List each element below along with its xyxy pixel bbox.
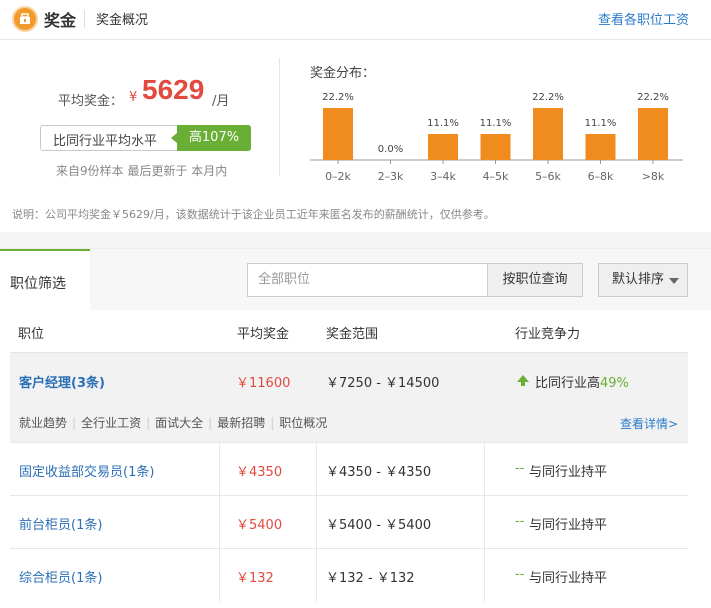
section-title: 奖金: [44, 11, 77, 30]
disclaimer-note: 说明：公司平均奖金￥5629/月，该数据统计于该企业员工近年来匿名发布的薪酬统计…: [12, 208, 495, 221]
bonus-range-cell: ￥7250 - ￥14500: [326, 376, 440, 391]
avg-bonus-currency: ¥: [129, 90, 138, 105]
industry-compare-box: 比同行业平均水平 高107%: [40, 125, 251, 151]
search-by-position-button[interactable]: 按职位查询: [488, 263, 583, 297]
bar-value-label: 11.1%: [585, 118, 617, 129]
col-divider: [484, 496, 485, 549]
avg-bonus-value: 5629: [142, 74, 205, 105]
col-header-position: 职位: [18, 327, 45, 342]
link-interviews[interactable]: 面试大全: [150, 416, 208, 430]
bar: [480, 134, 511, 160]
industry-compare-text: 比同行业平均水平: [53, 134, 158, 149]
bar-value-label: 0.0%: [378, 144, 403, 155]
dash-icon: --: [515, 461, 525, 476]
header-divider: [84, 10, 85, 28]
bar-value-label: 22.2%: [637, 92, 669, 103]
bar-value-label: 11.1%: [480, 118, 512, 129]
bar: [533, 108, 563, 160]
bar: [323, 108, 353, 160]
bar: [428, 134, 458, 160]
sort-dropdown[interactable]: 默认排序: [598, 263, 688, 297]
x-tick-label: 3–4k: [430, 170, 456, 183]
industry-compare-badge: 高107%: [171, 125, 251, 151]
col-header-range: 奖金范围: [326, 327, 379, 342]
table-row: 固定收益部交易员(1条) ￥4350 ￥4350 - ￥4350 -- 与同行业…: [10, 442, 688, 496]
bar-value-label: 22.2%: [322, 92, 354, 103]
link-latest-jobs[interactable]: 最新招聘: [212, 416, 270, 430]
avg-bonus-cell: ￥4350: [236, 465, 283, 480]
section-gap: [0, 232, 711, 248]
bonus-range-cell: ￥4350 - ￥4350: [326, 465, 432, 480]
col-divider: [316, 549, 317, 602]
distribution-title: 奖金分布：: [310, 66, 376, 81]
job-link[interactable]: 前台柜员(1条): [19, 514, 102, 533]
section-subtitle: 奖金概况: [96, 13, 149, 28]
sample-info: 来自9份样本 最后更新于 本月内: [56, 164, 228, 178]
filter-bar: 职位筛选 全部职位 按职位查询 默认排序: [0, 248, 711, 311]
col-divider: [484, 549, 485, 602]
avg-bonus-cell: ￥132: [236, 571, 274, 586]
x-tick-label: 6–8k: [588, 170, 614, 183]
x-tick-label: >8k: [642, 170, 665, 183]
page-header: 奖金 奖金概况 查看各职位工资: [0, 0, 711, 40]
bonus-range-cell: ￥5400 - ￥5400: [326, 518, 432, 533]
col-divider: [219, 496, 220, 549]
table-row: 综合柜员(1条) ￥132 ￥132 - ￥132 -- 与同行业持平: [10, 548, 688, 602]
bar: [638, 108, 668, 160]
col-divider: [219, 549, 220, 602]
job-link[interactable]: 客户经理(3条): [19, 372, 105, 391]
table-row: 前台柜员(1条) ￥5400 ￥5400 - ￥5400 -- 与同行业持平: [10, 495, 688, 549]
col-header-competitiveness: 行业竞争力: [515, 327, 581, 342]
x-tick-label: 5–6k: [535, 170, 561, 183]
dash-icon: --: [515, 514, 525, 529]
job-link[interactable]: 综合柜员(1条): [19, 567, 102, 586]
compete-text: 与同行业持平: [529, 465, 608, 480]
col-divider: [316, 443, 317, 496]
view-details-link[interactable]: 查看详情>: [620, 415, 678, 432]
col-divider: [484, 443, 485, 496]
compete-text: 与同行业持平: [529, 518, 608, 533]
col-divider: [219, 443, 220, 496]
tab-label: 职位筛选: [10, 276, 66, 292]
avg-bonus-cell: ￥5400: [236, 518, 283, 533]
link-employment-trend[interactable]: 就业趋势: [19, 416, 72, 430]
bar-value-label: 11.1%: [427, 118, 459, 129]
avg-bonus-cell: ￥11600: [236, 376, 291, 391]
position-search-input[interactable]: 全部职位: [247, 263, 488, 297]
compete-text: 与同行业持平: [529, 571, 608, 586]
x-tick-label: 2–3k: [378, 170, 404, 183]
caret-down-icon: [669, 278, 679, 284]
view-position-salaries-link[interactable]: 查看各职位工资: [598, 9, 689, 28]
bonus-icon: [12, 6, 38, 32]
job-link[interactable]: 固定收益部交易员(1条): [19, 461, 154, 480]
bonus-distribution-chart: 22.2% 0–2k 0.0% 2–3k 11.1% 3–4k 11.1% 4–5k 22.2%…: [310, 92, 683, 183]
compete-prefix: 比同行业高: [535, 376, 601, 391]
avg-bonus-label: 平均奖金：: [58, 94, 124, 109]
overview-divider: [279, 58, 280, 176]
col-divider: [316, 496, 317, 549]
link-industry-salary[interactable]: 全行业工资: [76, 416, 146, 430]
tab-position-filter[interactable]: 职位筛选: [0, 249, 90, 311]
sort-label: 默认排序: [612, 272, 665, 287]
table-header: 职位 平均奖金 奖金范围 行业竞争力: [0, 310, 711, 352]
dash-icon: --: [515, 567, 525, 582]
up-arrow-stem: [521, 381, 525, 386]
job-sub-links: 就业趋势 | 全行业工资 | 面试大全 | 最新招聘 | 职位概况: [19, 414, 332, 431]
bonus-range-cell: ￥132 - ￥132: [326, 571, 415, 586]
bar: [585, 134, 616, 160]
x-tick-label: 0–2k: [325, 170, 351, 183]
x-tick-label: 4–5k: [483, 170, 509, 183]
avg-bonus-unit: /月: [212, 94, 230, 109]
col-header-avg: 平均奖金: [237, 327, 290, 342]
link-position-overview[interactable]: 职位概况: [274, 416, 332, 430]
bar-value-label: 22.2%: [532, 92, 564, 103]
table-row-featured: 客户经理(3条) ￥11600 ￥7250 - ￥14500 比同行业高49% …: [10, 352, 688, 442]
compete-text: 比同行业高49%: [535, 372, 629, 391]
compete-percent: 49%: [600, 376, 629, 391]
